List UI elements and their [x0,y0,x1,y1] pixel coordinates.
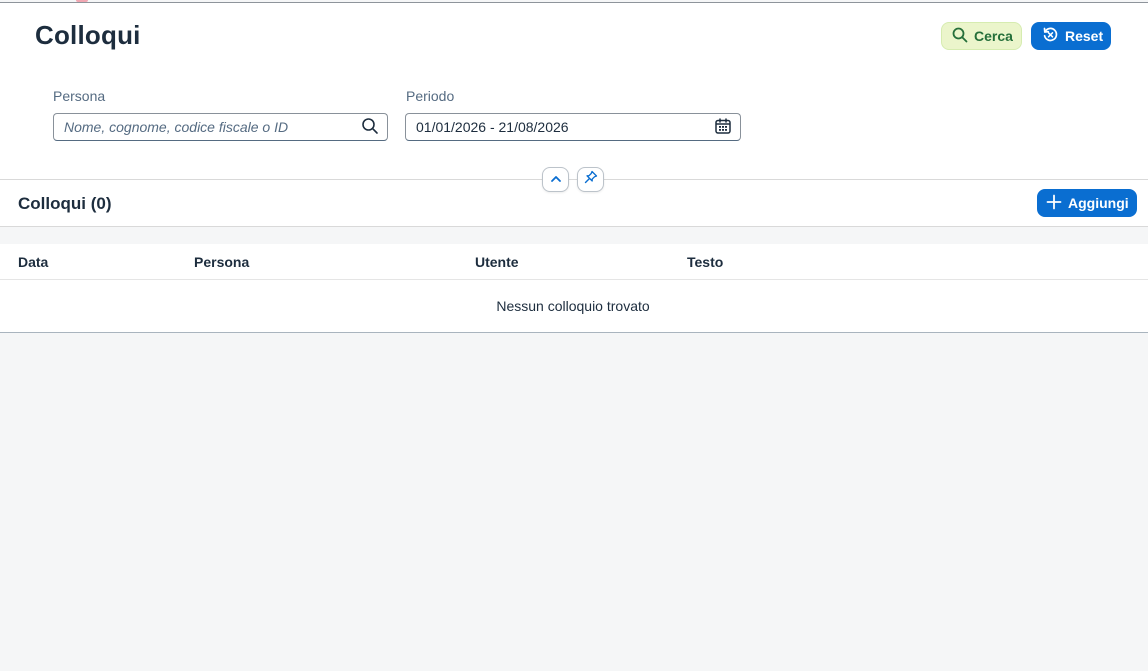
page-title: Colloqui [35,20,141,50]
add-button-label: Aggiungi [1068,195,1129,211]
search-button[interactable]: Cerca [941,22,1022,50]
search-icon[interactable] [361,117,379,138]
persona-placeholder: Nome, cognome, codice fiscale o ID [64,119,289,135]
list-toolbar: Colloqui (0) Aggiungi [0,180,1148,227]
add-button[interactable]: Aggiungi [1037,189,1137,217]
reset-icon [1042,26,1059,46]
column-header-testo[interactable]: Testo [687,254,723,270]
column-header-data[interactable]: Data [18,254,48,270]
empty-message: Nessun colloquio trovato [496,298,650,314]
pin-icon [584,170,598,189]
persona-search-input[interactable]: Nome, cognome, codice fiscale o ID [53,113,388,141]
chevron-up-icon [550,171,562,189]
calendar-icon[interactable] [714,117,732,138]
periodo-label: Periodo [406,88,455,104]
pin-header-button[interactable] [577,167,604,192]
colloqui-table: Data Persona Utente Testo Nessun colloqu… [0,244,1148,333]
persona-label: Persona [53,88,106,104]
search-button-label: Cerca [974,28,1013,44]
search-icon [952,27,968,46]
table-gap [0,228,1148,244]
periodo-date-range-input[interactable]: 01/01/2026 - 21/08/2026 [405,113,741,141]
collapse-header-button[interactable] [542,167,569,192]
filter-header: Colloqui Cerca Reset Persona Nome, cogno… [0,3,1148,180]
empty-row: Nessun colloquio trovato [0,280,1148,332]
reset-button-label: Reset [1065,28,1104,44]
reset-button[interactable]: Reset [1031,22,1111,50]
column-header-persona[interactable]: Persona [194,254,249,270]
periodo-value: 01/01/2026 - 21/08/2026 [416,119,569,135]
column-header-utente[interactable]: Utente [475,254,519,270]
plus-icon [1046,194,1062,213]
table-header: Data Persona Utente Testo [0,244,1148,280]
top-indicator [76,0,88,2]
list-title: Colloqui (0) [18,194,112,213]
